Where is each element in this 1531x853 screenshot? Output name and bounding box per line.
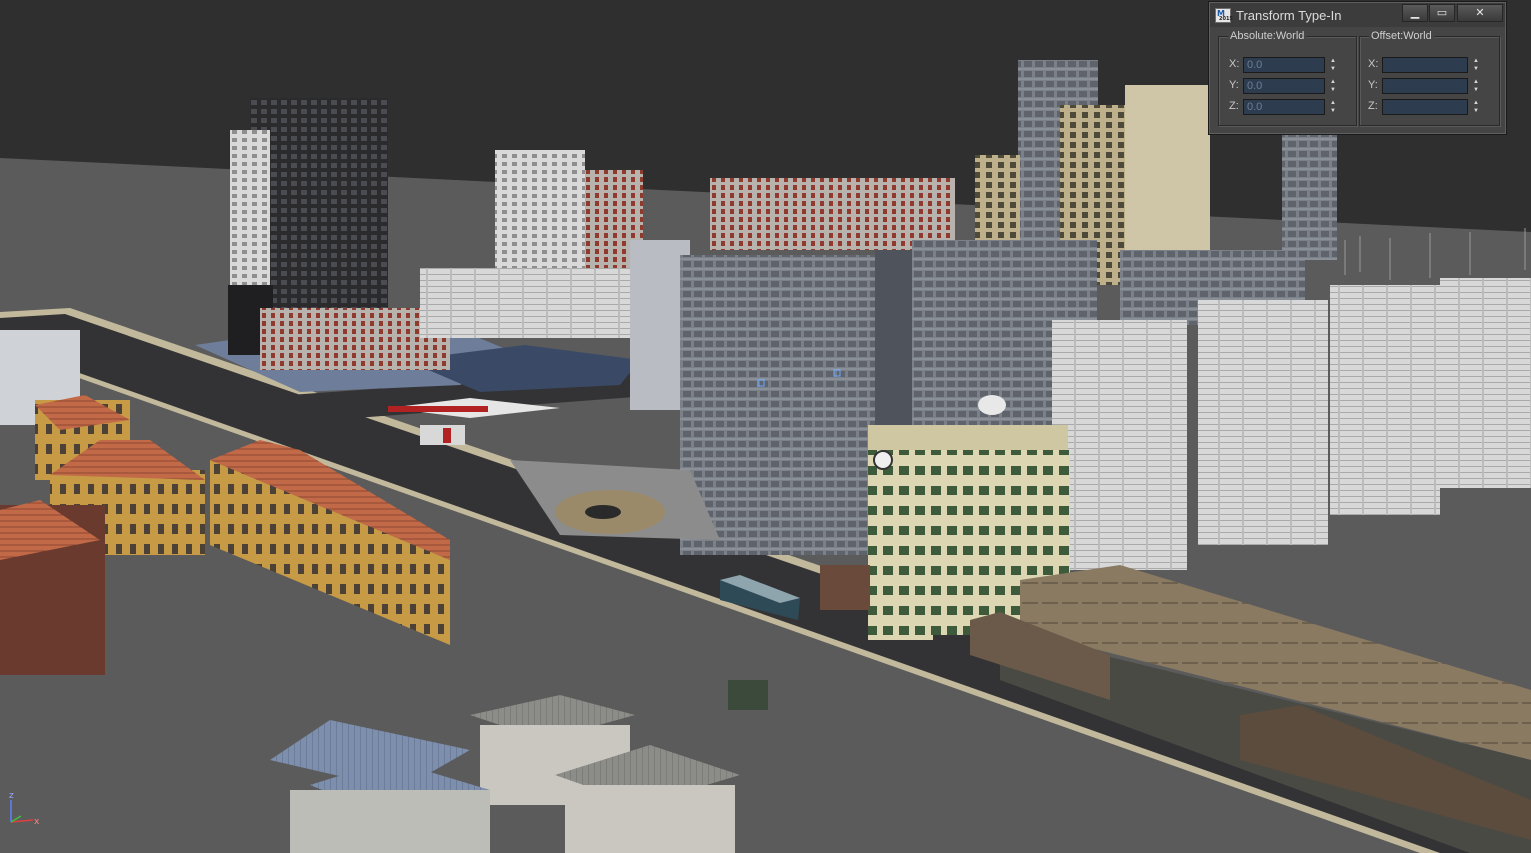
- x-label: X:: [1368, 58, 1379, 70]
- spinner-up-icon[interactable]: ▲: [1328, 78, 1338, 86]
- absolute-x-field[interactable]: [1243, 57, 1325, 73]
- spinner-down-icon[interactable]: ▼: [1328, 65, 1338, 73]
- offset-y-field[interactable]: [1382, 78, 1468, 94]
- spinner-down-icon[interactable]: ▼: [1328, 107, 1338, 115]
- absolute-world-group: Absolute:World X: ▲▼ Y: ▲▼ Z: ▲▼: [1218, 30, 1357, 126]
- minimize-icon[interactable]: ▁: [1402, 4, 1428, 22]
- offset-world-group: Offset:World X: ▲ ▼ Y: ▲ ▼ Z: ▲ ▼: [1359, 30, 1500, 126]
- z-label: Z:: [1368, 100, 1378, 112]
- offset-x-field[interactable]: [1382, 57, 1468, 73]
- absolute-z-field[interactable]: [1243, 99, 1325, 115]
- absolute-x-spinner[interactable]: ▲ ▼: [1328, 57, 1338, 73]
- transform-type-in-dialog[interactable]: M 2015 Transform Type-In ▁ ▭ ✕ Absolute:W…: [1208, 1, 1507, 135]
- 3ds-max-icon: M 2015: [1215, 8, 1233, 23]
- dialog-titlebar[interactable]: M 2015 Transform Type-In ▁ ▭ ✕: [1210, 3, 1505, 27]
- offset-world-label: Offset:World: [1369, 30, 1434, 42]
- maximize-icon[interactable]: ▭: [1429, 4, 1455, 22]
- offset-z-field[interactable]: [1382, 99, 1468, 115]
- spinner-down-icon[interactable]: ▼: [1328, 86, 1338, 94]
- axis-z-label: z: [9, 791, 14, 801]
- spinner-down-icon[interactable]: ▼: [1471, 65, 1481, 73]
- absolute-y-field[interactable]: [1243, 78, 1325, 94]
- absolute-world-label: Absolute:World: [1228, 30, 1307, 42]
- offset-x-spinner[interactable]: ▲ ▼: [1471, 57, 1481, 73]
- absolute-z-spinner[interactable]: ▲ ▼: [1328, 99, 1338, 115]
- z-label: Z:: [1229, 100, 1239, 112]
- axis-tripod: z x: [9, 791, 40, 827]
- close-icon[interactable]: ✕: [1457, 4, 1503, 22]
- y-label: Y:: [1368, 79, 1378, 91]
- spinner-up-icon[interactable]: ▲: [1471, 78, 1481, 86]
- spinner-up-icon[interactable]: ▲: [1328, 99, 1338, 107]
- bus-stop: [728, 680, 768, 710]
- brick-residences: [710, 178, 955, 250]
- spinner-up-icon[interactable]: ▲: [1471, 99, 1481, 107]
- spinner-up-icon[interactable]: ▲: [1328, 57, 1338, 65]
- x-label: X:: [1229, 58, 1240, 70]
- spinner-down-icon[interactable]: ▼: [1471, 107, 1481, 115]
- offset-y-spinner[interactable]: ▲ ▼: [1471, 78, 1481, 94]
- offset-z-spinner[interactable]: ▲ ▼: [1471, 99, 1481, 115]
- absolute-y-spinner[interactable]: ▲ ▼: [1328, 78, 1338, 94]
- dialog-title: Transform Type-In: [1236, 8, 1342, 23]
- axis-x-label: x: [34, 817, 40, 827]
- spinner-down-icon[interactable]: ▼: [1471, 86, 1481, 94]
- spinner-up-icon[interactable]: ▲: [1471, 57, 1481, 65]
- y-label: Y:: [1229, 79, 1239, 91]
